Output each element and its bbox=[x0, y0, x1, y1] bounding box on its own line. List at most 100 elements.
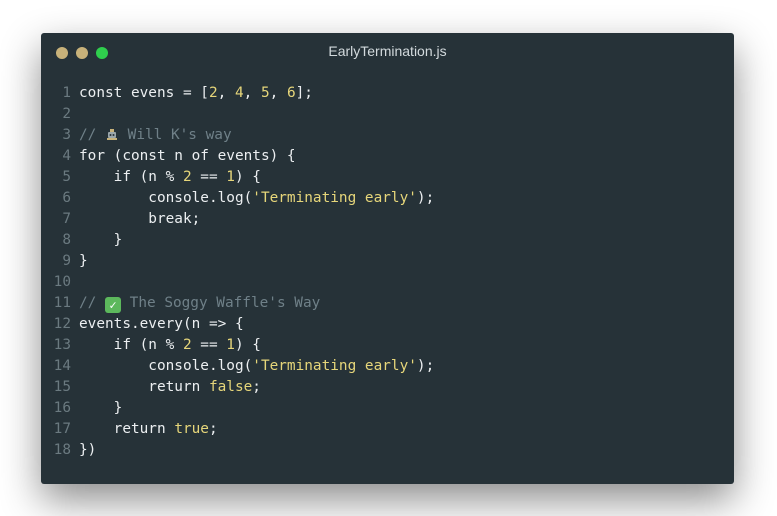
code-line: 3 // Will K's way bbox=[41, 125, 734, 146]
code-line: 14 console.log('Terminating early'); bbox=[41, 356, 734, 377]
code-token-number: 1 bbox=[226, 337, 235, 353]
code-line: 8 } bbox=[41, 230, 734, 251]
code-line: 15 return false; bbox=[41, 377, 734, 398]
code-token-plain: console.log( bbox=[79, 358, 253, 374]
line-number: 9 bbox=[62, 253, 71, 269]
code-token-plain: , bbox=[243, 85, 261, 101]
line-number: 15 bbox=[53, 379, 71, 395]
line-number: 6 bbox=[62, 190, 71, 206]
code-line: 6 console.log('Terminating early'); bbox=[41, 188, 734, 209]
code-token-comment: Will K's way bbox=[119, 127, 232, 143]
code-text: } bbox=[79, 398, 123, 419]
code-token-number: 5 bbox=[260, 85, 270, 101]
code-token-plain: ; bbox=[252, 379, 261, 395]
code-text: if (n % 2 == 1) { bbox=[79, 335, 261, 356]
code-token-plain: if (n % bbox=[79, 337, 183, 353]
code-token-plain: ) { bbox=[234, 337, 261, 353]
code-text: }) bbox=[79, 440, 96, 461]
code-text: break; bbox=[79, 209, 200, 230]
code-token-comment: // bbox=[79, 127, 105, 143]
code-token-keyword: true bbox=[174, 421, 209, 437]
code-token-number: 6 bbox=[286, 85, 296, 101]
line-number: 3 bbox=[62, 127, 71, 143]
code-token-number: 4 bbox=[234, 85, 244, 101]
code-token-number: 2 bbox=[208, 85, 218, 101]
line-number: 12 bbox=[53, 316, 71, 332]
code-text: // ✓ The Soggy Waffle's Way bbox=[79, 293, 320, 314]
code-line: 5 if (n % 2 == 1) { bbox=[41, 167, 734, 188]
code-token-comment: The Soggy Waffle's Way bbox=[121, 295, 321, 311]
code-token-number: 2 bbox=[182, 169, 192, 185]
line-number: 13 bbox=[53, 337, 71, 353]
code-token-number: 1 bbox=[226, 169, 235, 185]
code-token-plain: for (const n of events) { bbox=[79, 148, 296, 164]
line-number: 14 bbox=[53, 358, 71, 374]
code-token-plain: ]; bbox=[295, 85, 313, 101]
code-line: 11 // ✓ The Soggy Waffle's Way bbox=[41, 293, 734, 314]
line-number: 17 bbox=[53, 421, 71, 437]
code-text: console.log('Terminating early'); bbox=[79, 188, 434, 209]
line-number: 4 bbox=[62, 148, 71, 164]
code-token-plain: ; bbox=[208, 421, 218, 437]
robot-icon bbox=[107, 129, 117, 140]
code-token-plain: if (n % bbox=[79, 169, 183, 185]
code-token-plain: , bbox=[269, 85, 287, 101]
code-text: if (n % 2 == 1) { bbox=[79, 167, 261, 188]
code-text: console.log('Terminating early'); bbox=[79, 356, 434, 377]
code-line: 18}) bbox=[41, 440, 734, 461]
code-token-plain: console.log( bbox=[79, 190, 253, 206]
code-line: 2 bbox=[41, 104, 734, 125]
code-token-plain: break; bbox=[79, 211, 201, 227]
code-token-keyword: false bbox=[208, 379, 253, 395]
code-token-plain: } bbox=[79, 400, 123, 416]
line-number: 7 bbox=[62, 211, 71, 227]
code-line: 13 if (n % 2 == 1) { bbox=[41, 335, 734, 356]
code-token-plain: } bbox=[79, 253, 88, 269]
code-token-string: 'Terminating early' bbox=[252, 190, 417, 206]
code-token-plain: == bbox=[191, 169, 227, 185]
code-token-number: 2 bbox=[182, 337, 192, 353]
code-text: } bbox=[79, 251, 88, 272]
code-token-plain: ) { bbox=[234, 169, 261, 185]
line-number: 10 bbox=[53, 274, 71, 290]
code-token-plain: return bbox=[79, 421, 175, 437]
code-token-string: 'Terminating early' bbox=[252, 358, 417, 374]
code-token-plain: }) bbox=[79, 442, 97, 458]
line-number: 5 bbox=[62, 169, 71, 185]
code-token-plain: const evens = [ bbox=[79, 85, 209, 101]
code-line: 9} bbox=[41, 251, 734, 272]
line-number: 8 bbox=[62, 232, 71, 248]
code-text: for (const n of events) { bbox=[79, 146, 296, 167]
code-token-plain: } bbox=[79, 232, 123, 248]
code-token-comment: // bbox=[79, 295, 105, 311]
code-line: 1 const evens = [2, 4, 5, 6]; bbox=[41, 83, 734, 104]
code-token-plain: events.every(n => { bbox=[79, 316, 244, 332]
line-number: 11 bbox=[53, 295, 71, 311]
code-text: // Will K's way bbox=[79, 125, 232, 146]
code-text: } bbox=[79, 230, 123, 251]
code-window: EarlyTermination.js 1 const evens = [2, 4… bbox=[41, 33, 734, 484]
code-line: 12 events.every(n => { bbox=[41, 314, 734, 335]
code-token-plain: , bbox=[217, 85, 235, 101]
code-line: 7 break; bbox=[41, 209, 734, 230]
code-text: const evens = [2, 4, 5, 6]; bbox=[79, 83, 313, 104]
line-number: 16 bbox=[53, 400, 71, 416]
code-token-plain: ); bbox=[416, 190, 435, 206]
code-text: events.every(n => { bbox=[79, 314, 244, 335]
code-line: 17 return true; bbox=[41, 419, 734, 440]
code-line: 16 } bbox=[41, 398, 734, 419]
code-line: 4 for (const n of events) { bbox=[41, 146, 734, 167]
line-number: 1 bbox=[62, 85, 71, 101]
code-token-plain: ); bbox=[416, 358, 435, 374]
window-title: EarlyTermination.js bbox=[328, 43, 447, 59]
code-editor: 1 const evens = [2, 4, 5, 6]; 2 3// Will K'… bbox=[41, 83, 734, 461]
check-mark-icon: ✓ bbox=[105, 297, 121, 313]
code-line: 10 bbox=[41, 272, 734, 293]
line-number: 18 bbox=[53, 442, 71, 458]
code-token-plain: == bbox=[191, 337, 227, 353]
title-bar: EarlyTermination.js bbox=[41, 33, 734, 71]
line-number: 2 bbox=[62, 106, 71, 122]
code-text: return false; bbox=[79, 377, 261, 398]
code-token-plain: return bbox=[79, 379, 209, 395]
code-text: return true; bbox=[79, 419, 218, 440]
